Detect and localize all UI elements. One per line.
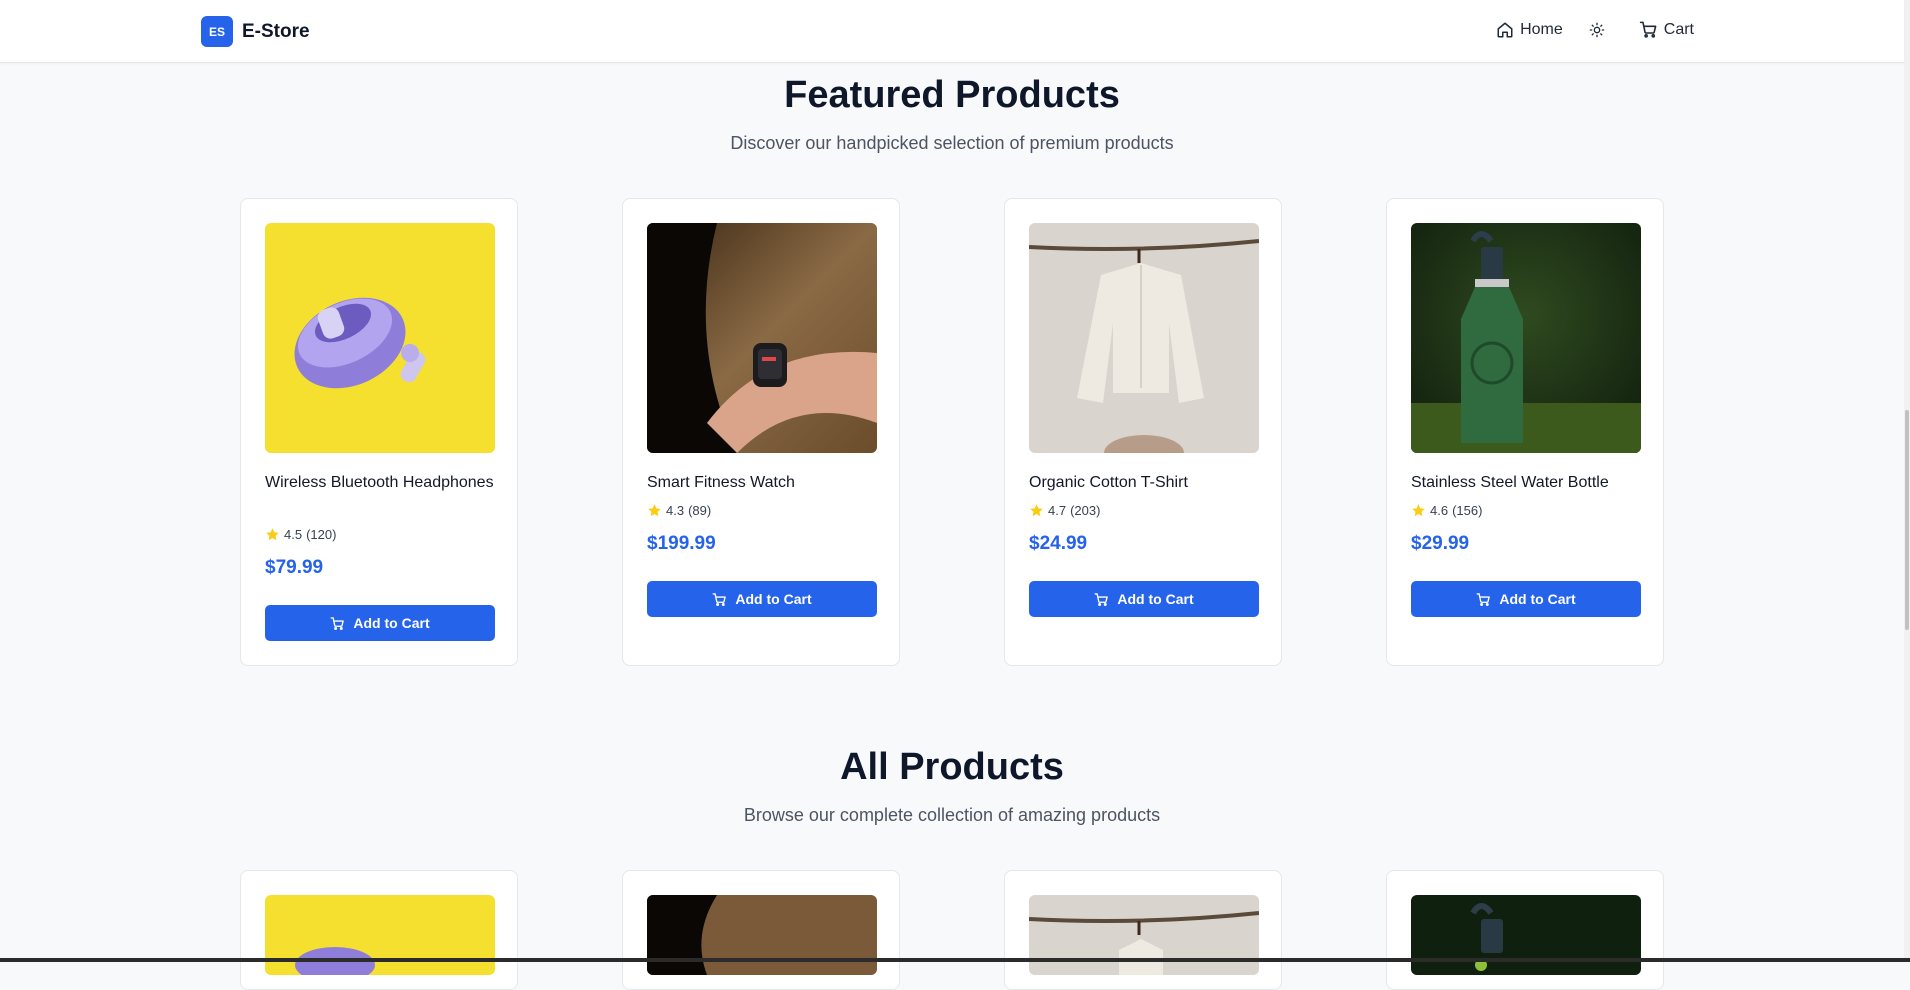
- product-rating: 4.5 (120): [265, 527, 336, 542]
- product-card: Smart Fitness Watch 4.3 (89) $199.99 Add…: [622, 198, 900, 666]
- product-image-watch[interactable]: [647, 223, 877, 453]
- review-count: (89): [688, 503, 712, 518]
- logo[interactable]: ES E-Store: [201, 16, 310, 47]
- product-rating: 4.7 (203): [1029, 503, 1100, 518]
- product-card: Wireless Bluetooth Headphones 4.5 (120) …: [240, 198, 518, 666]
- star-icon: [1030, 504, 1043, 517]
- add-to-cart-button[interactable]: Add to Cart: [265, 605, 495, 641]
- product-price: $24.99: [1029, 533, 1088, 554]
- add-to-cart-button[interactable]: Add to Cart: [647, 581, 877, 617]
- rating-value: 4.5: [284, 527, 303, 542]
- product-image-watch[interactable]: [647, 895, 877, 975]
- cart-icon: [1476, 592, 1491, 606]
- product-card: Organic Cotton T-Shirt 4.7 (203) $24.99 …: [1004, 198, 1282, 666]
- cart-icon: [1094, 592, 1109, 606]
- rating-value: 4.7: [1048, 503, 1067, 518]
- review-count: (120): [306, 527, 337, 542]
- star-icon: [266, 528, 279, 541]
- cart-icon: [1639, 21, 1657, 38]
- product-image-tshirt[interactable]: [1029, 895, 1259, 975]
- home-icon: [1497, 22, 1513, 37]
- product-name[interactable]: Stainless Steel Water Bottle: [1411, 471, 1641, 495]
- logo-badge: ES: [201, 16, 233, 47]
- product-rating: 4.3 (89): [647, 503, 711, 518]
- scrollbar-thumb[interactable]: [1905, 410, 1909, 630]
- page-scrollbar[interactable]: [1904, 0, 1910, 958]
- review-count: (156): [1452, 503, 1483, 518]
- product-card: Stainless Steel Water Bottle 4.6 (156) $…: [1386, 198, 1664, 666]
- star-icon: [648, 504, 661, 517]
- product-card: [240, 870, 518, 990]
- window-bottom-edge: [0, 958, 1910, 962]
- product-card: [1004, 870, 1282, 990]
- product-rating: 4.6 (156): [1411, 503, 1482, 518]
- product-card: [1386, 870, 1664, 990]
- featured-title: Featured Products: [784, 74, 1120, 116]
- rating-value: 4.3: [666, 503, 685, 518]
- main-nav: Home Cart: [1496, 20, 1694, 39]
- nav-cart-link[interactable]: Cart: [1639, 20, 1694, 39]
- nav-home-label: Home: [1520, 20, 1563, 38]
- logo-text: E-Store: [242, 20, 310, 42]
- product-price: $29.99: [1411, 533, 1470, 554]
- featured-subtitle: Discover our handpicked selection of pre…: [730, 133, 1174, 153]
- cart-icon: [330, 616, 345, 630]
- theme-toggle-button[interactable]: [1589, 22, 1605, 38]
- product-image-headphones[interactable]: [265, 223, 495, 453]
- rating-value: 4.6: [1430, 503, 1449, 518]
- add-to-cart-label: Add to Cart: [1499, 591, 1576, 607]
- product-name[interactable]: Wireless Bluetooth Headphones: [265, 471, 495, 495]
- nav-cart-label: Cart: [1663, 20, 1694, 38]
- product-price: $79.99: [265, 557, 324, 578]
- product-name[interactable]: Organic Cotton T-Shirt: [1029, 471, 1259, 495]
- product-card: [622, 870, 900, 990]
- add-to-cart-label: Add to Cart: [1117, 591, 1194, 607]
- product-image-tshirt[interactable]: [1029, 223, 1259, 453]
- sun-icon: [1589, 22, 1605, 37]
- all-products-subtitle: Browse our complete collection of amazin…: [743, 805, 1161, 825]
- add-to-cart-button[interactable]: Add to Cart: [1411, 581, 1641, 617]
- nav-home-link[interactable]: Home: [1496, 21, 1563, 39]
- add-to-cart-label: Add to Cart: [353, 615, 430, 631]
- product-name[interactable]: Smart Fitness Watch: [647, 471, 877, 495]
- product-image-water-bottle[interactable]: [1411, 223, 1641, 453]
- add-to-cart-button[interactable]: Add to Cart: [1029, 581, 1259, 617]
- site-header: ES E-Store Home Cart: [0, 0, 1904, 63]
- product-price: $199.99: [647, 533, 716, 554]
- cart-icon: [712, 592, 727, 606]
- product-image-headphones[interactable]: [265, 895, 495, 975]
- product-image-water-bottle[interactable]: [1411, 895, 1641, 975]
- review-count: (203): [1070, 503, 1101, 518]
- add-to-cart-label: Add to Cart: [735, 591, 812, 607]
- star-icon: [1412, 504, 1425, 517]
- all-products-title: All Products: [840, 746, 1064, 788]
